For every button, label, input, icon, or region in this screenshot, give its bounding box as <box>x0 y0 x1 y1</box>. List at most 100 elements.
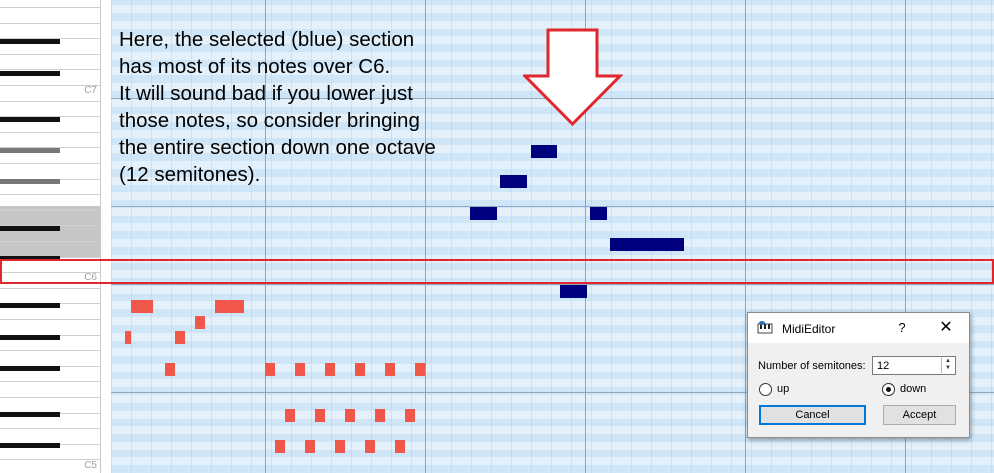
unselected-note[interactable] <box>265 363 275 376</box>
piano-key-separator <box>0 319 100 320</box>
grid-beat-line <box>971 0 972 473</box>
unselected-note[interactable] <box>375 409 385 422</box>
unselected-note[interactable] <box>365 440 375 453</box>
selected-note[interactable] <box>531 145 557 158</box>
piano-key-separator <box>0 397 100 398</box>
dialog-title: MidiEditor <box>782 322 836 336</box>
dialog-titlebar[interactable]: MidiEditor ? ✕ <box>748 313 969 343</box>
semitones-spinbox[interactable]: 12 ▲ ▼ <box>872 356 956 375</box>
semitones-label: Number of semitones: <box>758 360 866 372</box>
unselected-note[interactable] <box>385 363 395 376</box>
unselected-note[interactable] <box>325 363 335 376</box>
unselected-note[interactable] <box>305 440 315 453</box>
unselected-note[interactable] <box>345 409 355 422</box>
piano-key-separator <box>0 210 100 211</box>
piano-highlight-zone <box>0 206 100 258</box>
unselected-note[interactable] <box>315 409 325 422</box>
grid-beat-line <box>711 0 712 473</box>
annotation-text: Here, the selected (blue) section has mo… <box>119 26 529 188</box>
black-key[interactable] <box>0 226 60 231</box>
grid-beat-line <box>651 0 652 473</box>
grid-beat-line <box>671 0 672 473</box>
unselected-note[interactable] <box>195 316 205 329</box>
unselected-note[interactable] <box>175 331 185 344</box>
grid-row-band <box>111 208 994 216</box>
grid-row-band <box>111 442 994 450</box>
black-key[interactable] <box>0 335 60 340</box>
annotation-line: It will sound bad if you lower just <box>119 82 413 105</box>
unselected-note[interactable] <box>295 363 305 376</box>
radio-down-label[interactable]: down <box>900 383 926 395</box>
radio-up-circle[interactable] <box>759 383 772 396</box>
piano-key-separator <box>0 23 100 24</box>
unselected-note[interactable] <box>215 300 244 313</box>
black-key[interactable] <box>0 117 60 122</box>
selected-note[interactable] <box>590 207 607 220</box>
grid-row-band <box>111 239 994 247</box>
octave-boundary-line <box>111 284 994 285</box>
semitones-value[interactable]: 12 <box>877 360 889 372</box>
accept-button[interactable]: Accept <box>883 405 956 425</box>
piano-key-separator <box>0 54 100 55</box>
annotation-line: the entire section down one octave <box>119 136 436 159</box>
grid-beat-line <box>111 0 112 473</box>
down-arrow-icon <box>523 28 623 127</box>
unselected-note[interactable] <box>405 409 415 422</box>
unselected-note[interactable] <box>275 440 285 453</box>
black-key[interactable] <box>0 366 60 371</box>
radio-down-circle[interactable] <box>882 383 895 396</box>
octave-label-c5: C5 <box>84 460 97 471</box>
grid-measure-line <box>745 0 746 473</box>
octave-label-c7: C7 <box>84 85 97 96</box>
piano-key-separator <box>0 132 100 133</box>
unselected-note[interactable] <box>335 440 345 453</box>
black-key[interactable] <box>0 412 60 417</box>
piano-key-separator <box>0 241 100 242</box>
piano-key-separator <box>0 194 100 195</box>
spin-down-icon[interactable]: ▼ <box>942 365 954 372</box>
piano-key-separator <box>0 101 100 102</box>
grid-beat-line <box>631 0 632 473</box>
grid-row-band <box>111 457 994 465</box>
close-button[interactable]: ✕ <box>931 318 961 338</box>
annotation-line: those notes, so consider bringing <box>119 109 420 132</box>
cancel-button[interactable]: Cancel <box>759 405 866 425</box>
radio-up-label[interactable]: up <box>777 383 789 395</box>
unselected-note[interactable] <box>165 363 175 376</box>
grid-beat-line <box>731 0 732 473</box>
radio-selected-dot <box>886 387 891 392</box>
spin-up-icon[interactable]: ▲ <box>942 358 954 365</box>
unselected-note[interactable] <box>355 363 365 376</box>
black-key[interactable] <box>0 39 60 44</box>
black-key[interactable] <box>0 179 60 184</box>
black-key[interactable] <box>0 443 60 448</box>
grid-row-band <box>111 286 994 294</box>
grid-beat-line <box>991 0 992 473</box>
octave-boundary-line <box>111 206 994 207</box>
piano-key-separator <box>0 288 100 289</box>
grid-row-band <box>111 223 994 231</box>
black-key[interactable] <box>0 303 60 308</box>
unselected-note[interactable] <box>415 363 425 376</box>
piano-key-separator <box>0 163 100 164</box>
annotation-line: (12 semitones). <box>119 163 261 186</box>
help-button[interactable]: ? <box>892 318 912 338</box>
piano-key-separator <box>0 350 100 351</box>
piano-key-separator <box>0 381 100 382</box>
piano-key-separator <box>0 69 100 70</box>
black-key[interactable] <box>0 71 60 76</box>
piano-keyboard[interactable]: C7 C6 C5 <box>0 0 101 473</box>
selected-note[interactable] <box>470 207 497 220</box>
unselected-note[interactable] <box>285 409 295 422</box>
unselected-note[interactable] <box>125 331 131 344</box>
unselected-note[interactable] <box>131 300 153 313</box>
grid-row-band <box>111 5 994 13</box>
selected-note[interactable] <box>560 285 587 298</box>
selected-note[interactable] <box>610 238 684 251</box>
black-key[interactable] <box>0 148 60 153</box>
spin-buttons: ▲ ▼ <box>941 358 954 373</box>
annotation-line: has most of its notes over C6. <box>119 55 391 78</box>
unselected-note[interactable] <box>395 440 405 453</box>
annotation-line: Here, the selected (blue) section <box>119 28 415 51</box>
grid-beat-line <box>691 0 692 473</box>
